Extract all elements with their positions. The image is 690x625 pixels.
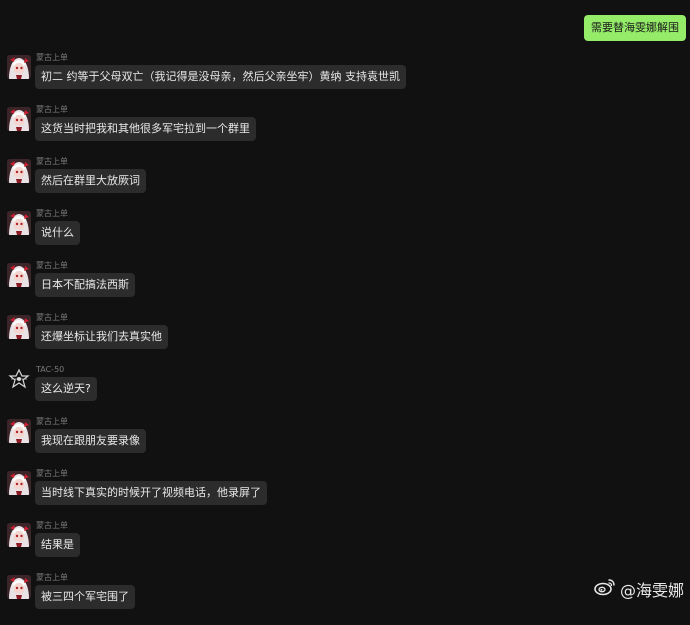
message-bubble[interactable]: 这货当时把我和其他很多军宅拉到一个群里 bbox=[35, 117, 256, 141]
message-bubble[interactable]: 被三四个军宅围了 bbox=[35, 585, 135, 609]
sender-name: 蒙古上单 bbox=[36, 469, 68, 478]
message-bubble[interactable]: 说什么 bbox=[35, 221, 80, 245]
message-bubble[interactable]: 结果是 bbox=[35, 533, 80, 557]
emblem-avatar[interactable] bbox=[7, 367, 31, 391]
anime-girl-avatar[interactable] bbox=[7, 419, 31, 443]
sender-name: 蒙古上单 bbox=[36, 105, 68, 114]
watermark: @海雯娜 bbox=[594, 577, 684, 601]
outgoing-bubble[interactable]: 需要替海雯娜解围 bbox=[584, 15, 686, 41]
sender-name: 蒙古上单 bbox=[36, 209, 68, 218]
sender-name: TAC-50 bbox=[36, 365, 65, 374]
weibo-logo-icon bbox=[594, 578, 616, 600]
sender-name: 蒙古上单 bbox=[36, 157, 68, 166]
anime-girl-avatar[interactable] bbox=[7, 107, 31, 131]
sender-name: 蒙古上单 bbox=[36, 417, 68, 426]
message-bubble[interactable]: 还爆坐标让我们去真实他 bbox=[35, 325, 168, 349]
anime-girl-avatar[interactable] bbox=[7, 211, 31, 235]
message-bubble[interactable]: 这么逆天? bbox=[35, 377, 97, 401]
sender-name: 蒙古上单 bbox=[36, 53, 68, 62]
anime-girl-avatar[interactable] bbox=[7, 523, 31, 547]
anime-girl-avatar[interactable] bbox=[7, 159, 31, 183]
sender-name: 蒙古上单 bbox=[36, 261, 68, 270]
sender-name: 蒙古上单 bbox=[36, 573, 68, 582]
outgoing-message: 需要替海雯娜解围 bbox=[584, 15, 686, 41]
sender-name: 蒙古上单 bbox=[36, 521, 68, 530]
sender-name: 蒙古上单 bbox=[36, 313, 68, 322]
anime-girl-avatar[interactable] bbox=[7, 55, 31, 79]
message-bubble[interactable]: 然后在群里大放厥词 bbox=[35, 169, 146, 193]
message-bubble[interactable]: 当时线下真实的时候开了视频电话，他录屏了 bbox=[35, 481, 267, 505]
chat-window: 需要替海雯娜解围 蒙古上单 初二 约等于父母双亡（我记得是没母亲，然后父亲坐牢）… bbox=[0, 0, 690, 609]
anime-girl-avatar[interactable] bbox=[7, 263, 31, 287]
message-bubble[interactable]: 我现在跟朋友要录像 bbox=[35, 429, 146, 453]
anime-girl-avatar[interactable] bbox=[7, 575, 31, 599]
watermark-text: @海雯娜 bbox=[619, 581, 684, 600]
message-bubble[interactable]: 日本不配搞法西斯 bbox=[35, 273, 135, 297]
anime-girl-avatar[interactable] bbox=[7, 315, 31, 339]
message-bubble[interactable]: 初二 约等于父母双亡（我记得是没母亲，然后父亲坐牢）黄纳 支持袁世凯 bbox=[35, 65, 406, 89]
anime-girl-avatar[interactable] bbox=[7, 471, 31, 495]
